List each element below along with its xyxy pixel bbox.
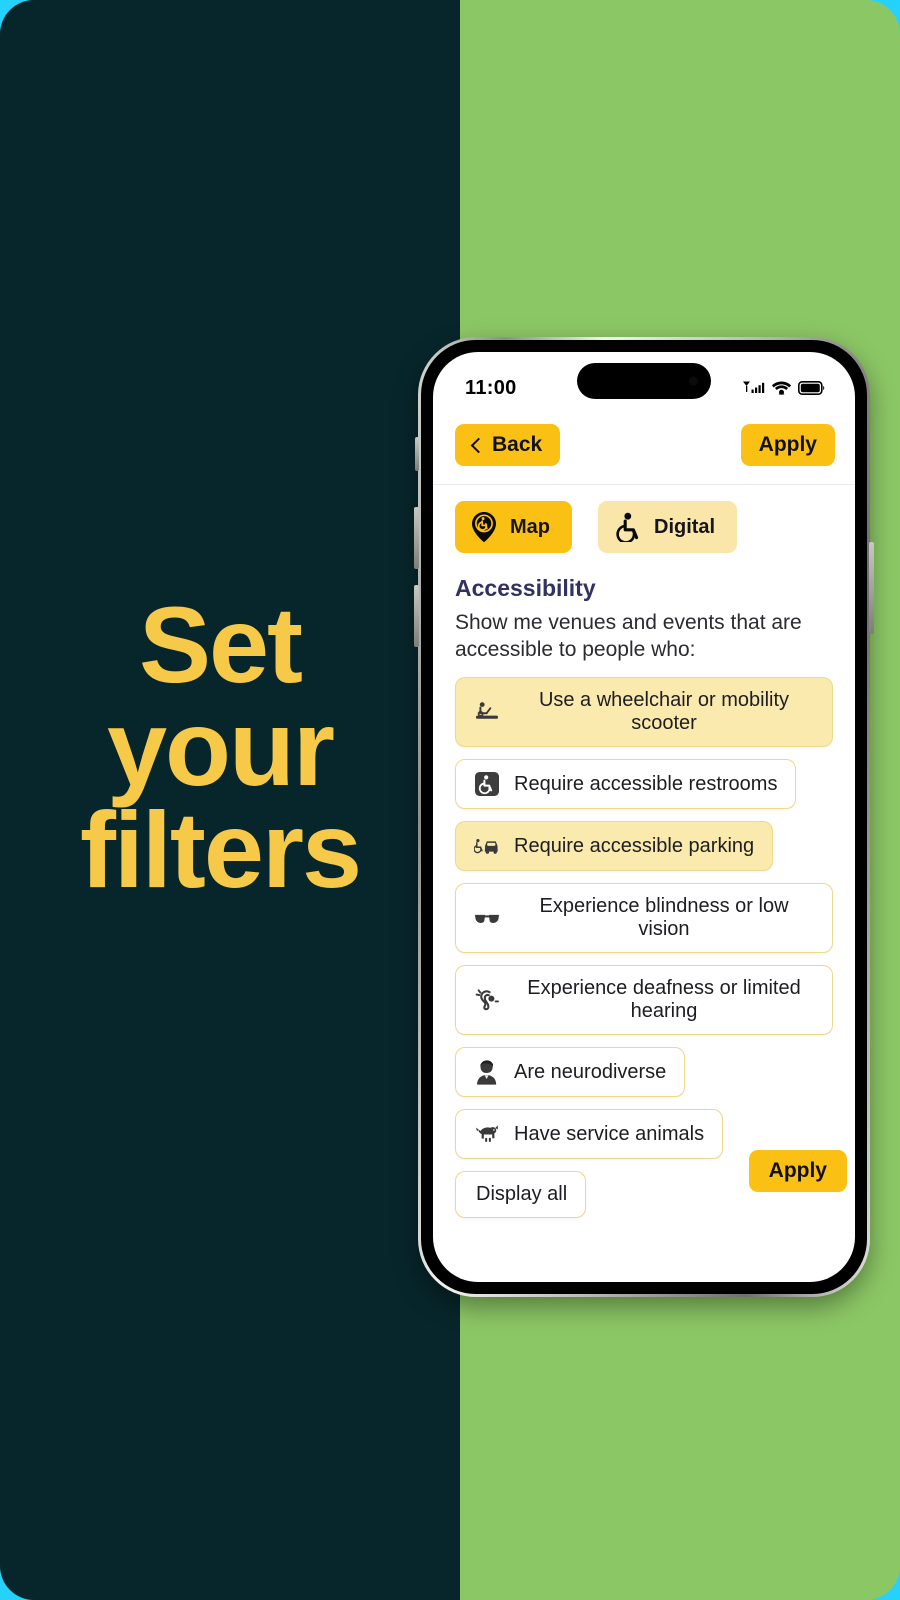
nav-bar: Back Apply bbox=[433, 414, 855, 484]
cellular-signal-icon bbox=[743, 381, 765, 393]
filter-chip-label: Experience blindness or low vision bbox=[539, 895, 789, 941]
apply-button-bottom[interactable]: Apply bbox=[748, 1150, 847, 1193]
ear-hearing-icon bbox=[474, 987, 500, 1013]
filter-chip-label: Require accessible restrooms bbox=[514, 772, 778, 795]
filter-chip-label: Experience deafness or limited hearing bbox=[527, 977, 801, 1023]
filter-chip-accessible-parking[interactable]: Require accessible parking bbox=[455, 821, 774, 872]
phone-body: 11:00 Back Apply Map Digital Accessibili… bbox=[421, 340, 867, 1294]
tab-map-label: Map bbox=[510, 515, 550, 538]
person-bust-icon bbox=[474, 1059, 500, 1085]
section-subtitle: Show me venues and events that are acces… bbox=[455, 611, 802, 661]
battery-icon bbox=[798, 381, 825, 395]
wifi-icon bbox=[771, 381, 792, 395]
filter-chip-label: Require accessible parking bbox=[514, 834, 755, 857]
phone-mockup: 11:00 Back Apply Map Digital Accessibili… bbox=[414, 337, 874, 1297]
filter-chip-service-animals[interactable]: Have service animals bbox=[455, 1109, 724, 1160]
filter-chip-label: Use a wheelchair or mobility scooter bbox=[538, 689, 790, 735]
front-camera-icon bbox=[689, 376, 698, 386]
poster-headline: Set your filters bbox=[0, 584, 440, 911]
filters-scroll-area[interactable]: Map Digital Accessibility Show me venues… bbox=[433, 485, 855, 1219]
filter-chip-wheelchair-scooter[interactable]: Use a wheelchair or mobility scooter bbox=[455, 677, 833, 748]
apply-button-top[interactable]: Apply bbox=[740, 424, 835, 466]
phone-power-button[interactable] bbox=[869, 542, 874, 634]
filter-chip-deafness-limited-hearing[interactable]: Experience deafness or limited hearing bbox=[455, 965, 833, 1036]
filter-chip-label: Display all bbox=[476, 1183, 568, 1206]
footer-actions: Apply bbox=[748, 1150, 847, 1193]
filter-chip-display-all[interactable]: Display all bbox=[455, 1171, 587, 1219]
phone-volume-down-button[interactable] bbox=[414, 585, 419, 647]
tab-digital[interactable]: Digital bbox=[598, 501, 738, 553]
filter-tabs: Map Digital bbox=[433, 501, 855, 553]
dynamic-island bbox=[577, 363, 711, 399]
map-pin-wheelchair-icon bbox=[472, 512, 496, 542]
headline-line-2: your bbox=[106, 686, 335, 808]
back-button[interactable]: Back bbox=[455, 424, 561, 466]
status-bar: 11:00 bbox=[433, 352, 855, 414]
filter-chip-neurodiverse[interactable]: Are neurodiverse bbox=[455, 1047, 686, 1098]
sunglasses-icon bbox=[474, 905, 500, 931]
phone-silent-switch[interactable] bbox=[415, 437, 419, 471]
mobility-scooter-icon bbox=[474, 699, 500, 725]
tab-map[interactable]: Map bbox=[455, 501, 572, 553]
accessible-restroom-icon bbox=[474, 771, 500, 797]
filter-chip-label: Are neurodiverse bbox=[514, 1060, 667, 1083]
tab-digital-label: Digital bbox=[654, 515, 716, 538]
status-indicators bbox=[743, 380, 825, 396]
filter-chip-blindness-low-vision[interactable]: Experience blindness or low vision bbox=[455, 883, 833, 954]
accessible-parking-icon bbox=[474, 833, 500, 859]
back-button-label: Back bbox=[492, 433, 543, 456]
phone-volume-up-button[interactable] bbox=[414, 507, 419, 569]
phone-screen: 11:00 Back Apply Map Digital Accessibili… bbox=[433, 352, 855, 1282]
section-title: Accessibility bbox=[455, 575, 596, 601]
headline-line-1: Set bbox=[138, 584, 303, 705]
service-dog-icon bbox=[474, 1121, 500, 1147]
wheelchair-icon bbox=[616, 512, 639, 542]
status-time: 11:00 bbox=[465, 376, 517, 399]
headline-line-3: filters bbox=[79, 789, 362, 911]
chevron-left-icon bbox=[470, 437, 487, 453]
promo-poster: Set your filters 11:00 Back Apply Map Di… bbox=[0, 0, 900, 1600]
filter-chip-accessible-restrooms[interactable]: Require accessible restrooms bbox=[455, 759, 797, 810]
accessibility-filter-list: Use a wheelchair or mobility scooter Req… bbox=[433, 663, 855, 1219]
filter-chip-label: Have service animals bbox=[514, 1122, 705, 1145]
